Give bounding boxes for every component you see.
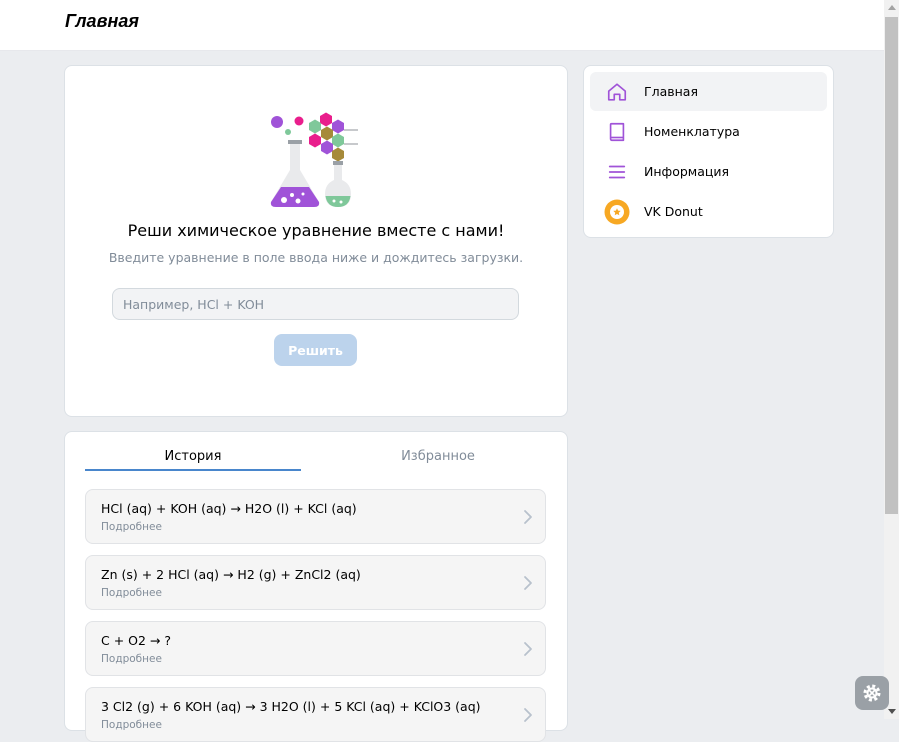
chevron-right-icon — [524, 576, 532, 590]
settings-widget[interactable] — [855, 676, 889, 710]
nav-item-information[interactable]: Информация — [590, 152, 827, 191]
history-item-more: Подробнее — [101, 587, 162, 599]
nav-item-label: Номенклатура — [644, 124, 740, 139]
page-scrollbar[interactable] — [884, 0, 899, 719]
solve-button[interactable]: Решить — [274, 334, 357, 366]
chevron-right-icon — [524, 642, 532, 656]
donut-icon — [604, 199, 630, 225]
menu-icon — [604, 159, 630, 185]
equation-input[interactable] — [112, 288, 519, 320]
active-tab-indicator — [85, 469, 301, 471]
history-item-equation: 3 Cl2 (g) + 6 KOH (aq) → 3 H2O (l) + 5 K… — [101, 699, 481, 714]
solver-card: Реши химическое уравнение вместе с нами!… — [64, 65, 568, 417]
nav-item-nomenclature[interactable]: Номенклатура — [590, 112, 827, 151]
history-item-equation: HCl (aq) + KOH (aq) → H2O (l) + KCl (aq) — [101, 501, 357, 516]
history-item-more: Подробнее — [101, 719, 162, 731]
scroll-up-arrow-icon[interactable] — [884, 0, 899, 15]
home-icon — [604, 79, 630, 105]
chevron-right-icon — [524, 510, 532, 524]
history-item[interactable]: Zn (s) + 2 HCl (aq) → H2 (g) + ZnCl2 (aq… — [85, 555, 546, 610]
nav-item-home[interactable]: Главная — [590, 72, 827, 111]
history-item-equation: Zn (s) + 2 HCl (aq) → H2 (g) + ZnCl2 (aq… — [101, 567, 361, 582]
nav-item-label: Главная — [644, 84, 698, 99]
nav-item-label: VK Donut — [644, 204, 703, 219]
nav-item-label: Информация — [644, 164, 730, 179]
gear-icon — [863, 684, 881, 702]
history-item-more: Подробнее — [101, 653, 162, 665]
history-item[interactable]: HCl (aq) + KOH (aq) → H2O (l) + KCl (aq)… — [85, 489, 546, 544]
book-icon — [604, 119, 630, 145]
chemistry-illustration-icon — [270, 112, 358, 207]
history-item[interactable]: C + O2 → ? Подробнее — [85, 621, 546, 676]
nav-card: Главная Номенклатура Информация VK Donut — [583, 65, 834, 238]
history-item-more: Подробнее — [101, 521, 162, 533]
history-item[interactable]: 3 Cl2 (g) + 6 KOH (aq) → 3 H2O (l) + 5 K… — [85, 687, 546, 742]
tab-history[interactable]: История — [85, 449, 301, 471]
scrollbar-thumb[interactable] — [885, 17, 898, 514]
solver-headline: Реши химическое уравнение вместе с нами! — [127, 221, 505, 240]
tab-favorites[interactable]: Избранное — [329, 449, 547, 471]
history-card: История Избранное HCl (aq) + KOH (aq) → … — [64, 431, 568, 742]
nav-item-vk-donut[interactable]: VK Donut — [590, 192, 827, 231]
history-item-equation: C + O2 → ? — [101, 633, 171, 648]
top-header: Главная — [0, 0, 884, 51]
page-title: Главная — [65, 11, 139, 31]
chevron-right-icon — [524, 708, 532, 722]
solver-subline: Введите уравнение в поле ввода ниже и до… — [108, 250, 524, 265]
